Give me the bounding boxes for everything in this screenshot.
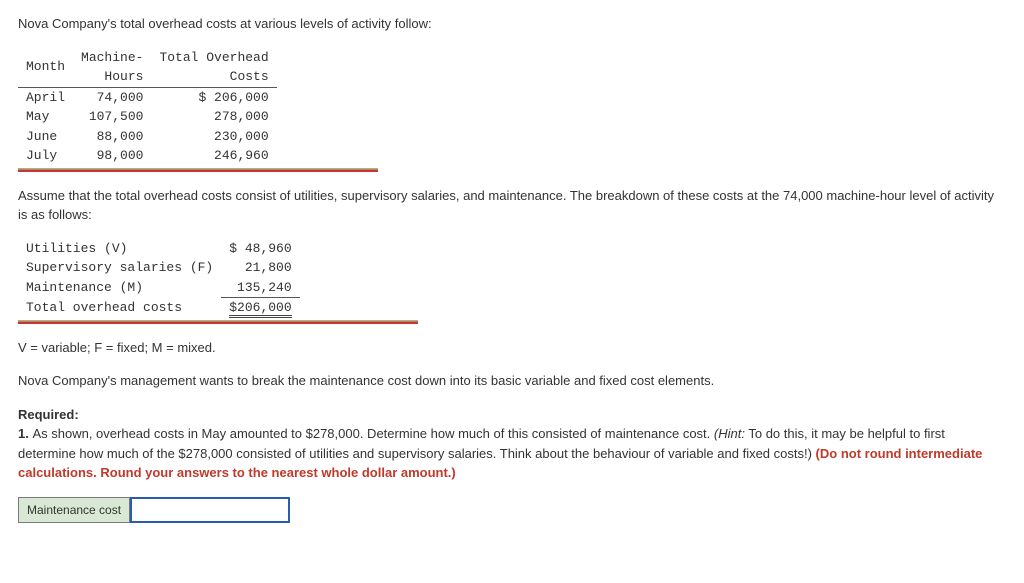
cell-costs: 278,000 (151, 107, 276, 127)
table-row: July 98,000 246,960 (18, 146, 277, 166)
cell-label: Utilities (V) (18, 239, 221, 259)
table-row: Maintenance (M) 135,240 (18, 278, 300, 298)
cell-costs: 246,960 (151, 146, 276, 166)
cell-hours: 107,500 (73, 107, 151, 127)
required-block: Required: 1. As shown, overhead costs in… (18, 405, 1006, 483)
table-row: Utilities (V) $ 48,960 (18, 239, 300, 259)
overhead-table: Month Machine-Hours Total OverheadCosts … (18, 48, 378, 172)
required-item-body: As shown, overhead costs in May amounted… (32, 426, 713, 441)
col-costs: Total OverheadCosts (151, 48, 276, 88)
cell-label: Supervisory salaries (F) (18, 258, 221, 278)
cell-total-value: $206,000 (229, 300, 291, 318)
cell-costs: 230,000 (151, 127, 276, 147)
table-row: June 88,000 230,000 (18, 127, 277, 147)
col-hours: Machine-Hours (73, 48, 151, 88)
cell-month: April (18, 87, 73, 107)
legend-text: V = variable; F = fixed; M = mixed. (18, 338, 1006, 358)
cell-month: July (18, 146, 73, 166)
table-row: Supervisory salaries (F) 21,800 (18, 258, 300, 278)
mgmt-goal: Nova Company's management wants to break… (18, 371, 1006, 391)
table-row: April 74,000 $ 206,000 (18, 87, 277, 107)
answer-row: Maintenance cost (18, 497, 290, 523)
breakdown-intro: Assume that the total overhead costs con… (18, 186, 1006, 225)
cell-value: 21,800 (221, 258, 299, 278)
cell-value: 135,240 (221, 278, 299, 298)
table-row: May 107,500 278,000 (18, 107, 277, 127)
maintenance-cost-input[interactable] (130, 497, 290, 523)
cell-month: May (18, 107, 73, 127)
cell-hours: 74,000 (73, 87, 151, 107)
cell-hours: 98,000 (73, 146, 151, 166)
cell-hours: 88,000 (73, 127, 151, 147)
cell-costs: $ 206,000 (151, 87, 276, 107)
required-item-number: 1. (18, 426, 32, 441)
required-heading: Required: (18, 407, 79, 422)
cell-total-label: Total overhead costs (18, 298, 221, 318)
breakdown-table: Utilities (V) $ 48,960 Supervisory salar… (18, 239, 418, 324)
cell-month: June (18, 127, 73, 147)
intro-text: Nova Company's total overhead costs at v… (18, 14, 1006, 34)
col-month: Month (18, 48, 73, 88)
cell-value: $ 48,960 (221, 239, 299, 259)
cell-label: Maintenance (M) (18, 278, 221, 298)
hint-prefix: (Hint: (714, 426, 745, 441)
total-row: Total overhead costs $206,000 (18, 298, 300, 318)
answer-label: Maintenance cost (18, 497, 130, 523)
